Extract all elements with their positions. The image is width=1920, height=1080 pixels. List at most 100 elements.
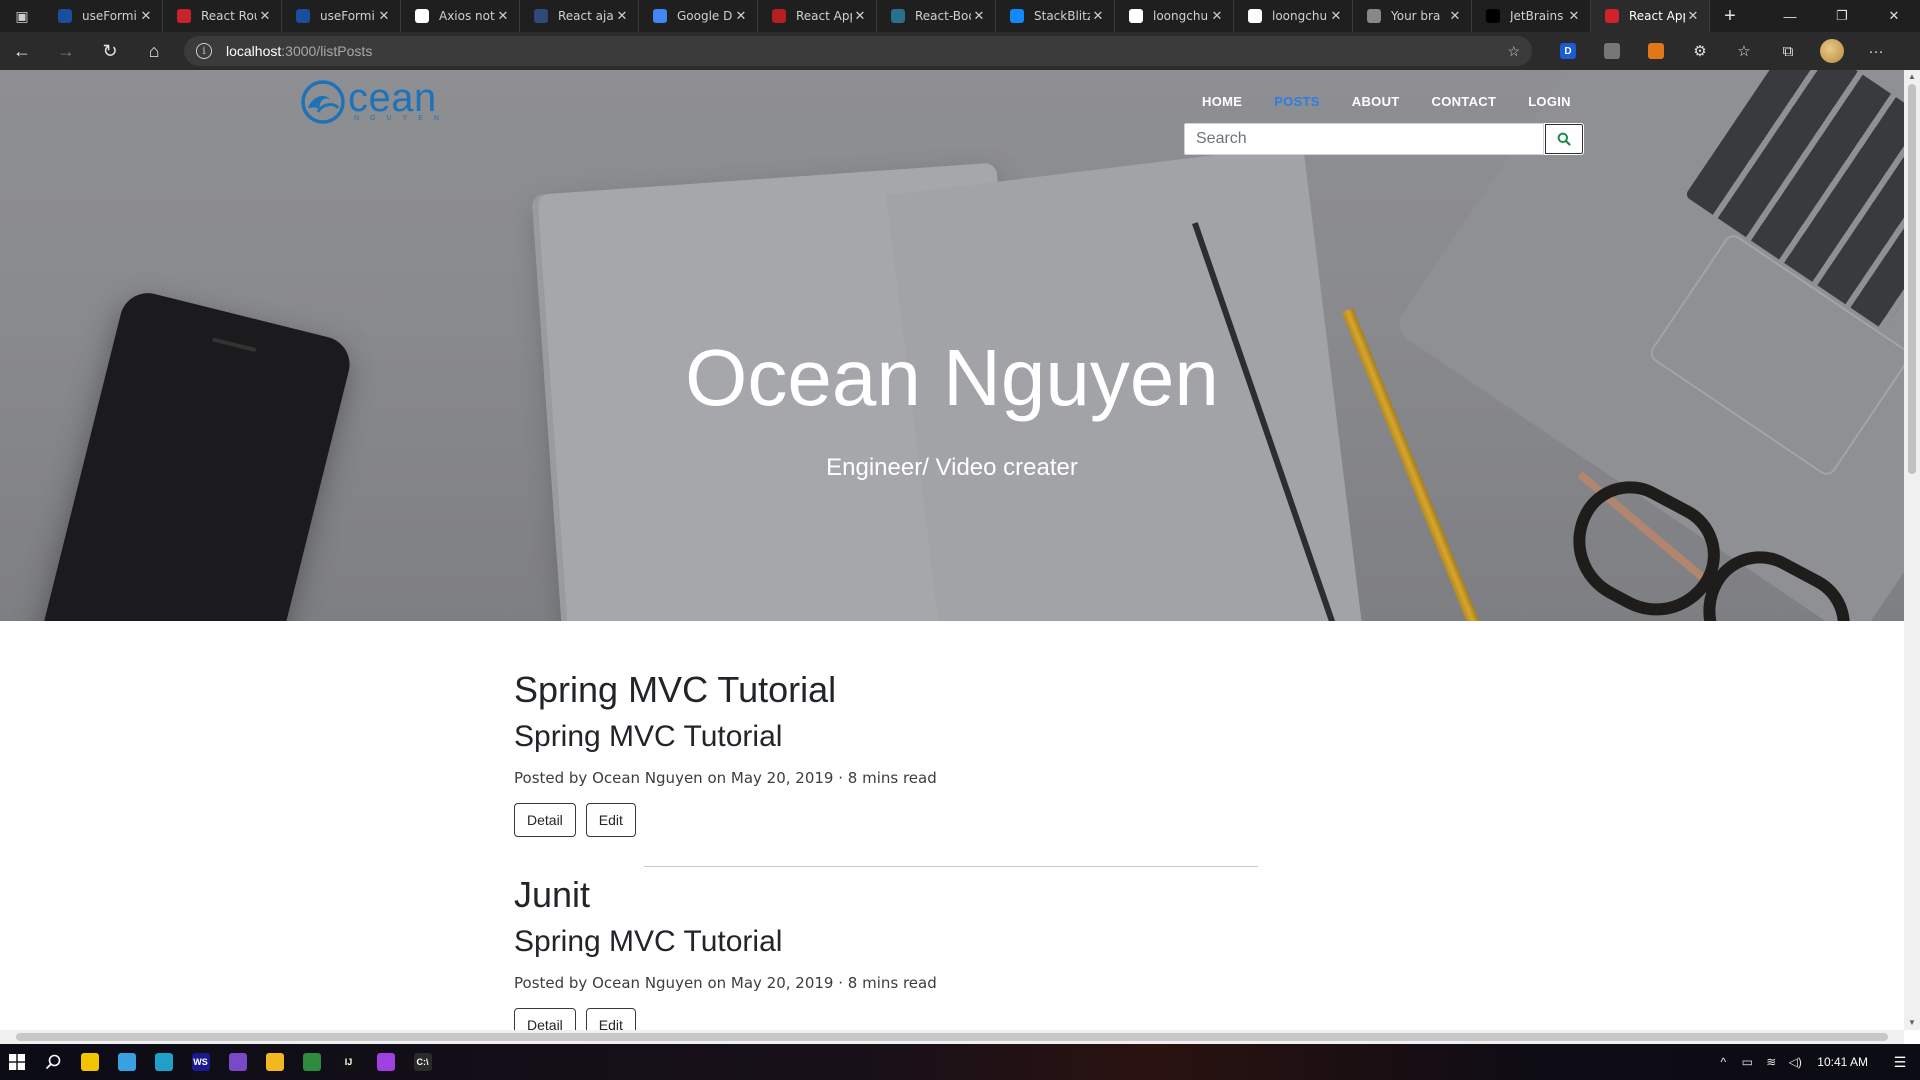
browser-tab[interactable]: useFormi ✕ [44, 0, 163, 32]
dashlane-icon[interactable]: D [1546, 32, 1590, 70]
tab-title: React Rou [201, 9, 257, 23]
tab-favicon-icon [1367, 9, 1381, 23]
detail-button[interactable]: Detail [514, 803, 576, 837]
tab-close-icon[interactable]: ✕ [1447, 9, 1463, 24]
webstorm-icon-glyph: WS [191, 1053, 210, 1071]
scroll-down-icon[interactable]: ▼ [1904, 1016, 1920, 1030]
nav-about[interactable]: ABOUT [1336, 90, 1416, 114]
tab-close-icon[interactable]: ✕ [1328, 9, 1344, 24]
terminal-icon[interactable]: C:\ [404, 1044, 441, 1080]
battery-icon[interactable]: ▭ [1735, 1055, 1759, 1069]
metamask-icon[interactable] [1634, 32, 1678, 70]
collections-icon[interactable]: ⧉ [1766, 32, 1810, 70]
tab-close-icon[interactable]: ✕ [1209, 9, 1225, 24]
reload-button[interactable]: ↻ [88, 32, 132, 70]
minimize-button[interactable]: — [1764, 0, 1816, 32]
idm-icon[interactable] [293, 1044, 330, 1080]
url-host: localhost [226, 43, 282, 59]
tab-close-icon[interactable]: ✕ [495, 9, 511, 24]
search-button[interactable] [1544, 123, 1584, 155]
desktop-icon[interactable] [108, 1044, 145, 1080]
scroll-up-icon[interactable]: ▲ [1904, 70, 1920, 84]
browser-tab[interactable]: React Rou ✕ [163, 0, 282, 32]
tab-favicon-icon [177, 9, 191, 23]
browser-tab[interactable]: loongchu ✕ [1115, 0, 1234, 32]
tab-title: loongchu [1153, 9, 1209, 23]
browser-tab[interactable]: React App ✕ [1591, 0, 1710, 32]
notification-icon[interactable]: ☰ [1880, 1054, 1920, 1071]
file-explorer-icon[interactable] [256, 1044, 293, 1080]
volume-icon[interactable]: ◁) [1783, 1055, 1807, 1069]
nav-contact[interactable]: CONTACT [1416, 90, 1513, 114]
forward-button[interactable]: → [44, 32, 88, 70]
more-menu-button[interactable]: ··· [1854, 32, 1898, 70]
search-icon[interactable] [34, 1044, 71, 1080]
post-title[interactable]: Spring MVC Tutorial [514, 670, 1254, 710]
scrollbar-thumb[interactable] [1908, 84, 1916, 474]
horizontal-scrollbar[interactable] [0, 1030, 1904, 1044]
messenger-icon[interactable] [367, 1044, 404, 1080]
nav-posts[interactable]: POSTS [1258, 90, 1336, 114]
sticky-notes-icon[interactable] [71, 1044, 108, 1080]
close-window-button[interactable]: ✕ [1868, 0, 1920, 32]
tab-close-icon[interactable]: ✕ [1685, 9, 1701, 24]
post-subtitle: Spring MVC Tutorial [514, 720, 783, 753]
tab-close-icon[interactable]: ✕ [138, 9, 154, 24]
vertical-scrollbar[interactable]: ▲ ▼ [1904, 70, 1920, 1030]
logo-subtitle: NGUYEN [354, 115, 450, 122]
github-desktop-icon[interactable] [219, 1044, 256, 1080]
tab-close-icon[interactable]: ✕ [376, 9, 392, 24]
browser-tab[interactable]: StackBlitz ✕ [996, 0, 1115, 32]
system-tray: ^ ▭ ≋ ◁) 10:41 AM ☰ [1711, 1044, 1920, 1080]
browser-tab[interactable]: JetBrains ✕ [1472, 0, 1591, 32]
post-divider [644, 866, 1258, 867]
tab-close-icon[interactable]: ✕ [1090, 9, 1106, 24]
edge-icon[interactable] [145, 1044, 182, 1080]
scrollbar-thumb[interactable] [16, 1033, 1888, 1041]
tab-close-icon[interactable]: ✕ [614, 9, 630, 24]
tab-close-icon[interactable]: ✕ [852, 9, 868, 24]
profile-button[interactable] [1810, 32, 1854, 70]
browser-tab[interactable]: Your bra ✕ [1353, 0, 1472, 32]
browser-tab[interactable]: React App ✕ [758, 0, 877, 32]
home-button[interactable]: ⌂ [132, 32, 176, 70]
address-bar[interactable]: i localhost:3000/listPosts ☆ [184, 36, 1532, 66]
wave-logo-icon [301, 80, 345, 124]
detail-button[interactable]: Detail [514, 1008, 576, 1030]
tab-title: React App [1629, 9, 1685, 23]
wifi-icon[interactable]: ≋ [1759, 1055, 1783, 1069]
nav-home[interactable]: HOME [1186, 90, 1258, 114]
new-tab-button[interactable]: + [1710, 0, 1750, 32]
extension-chip-icon[interactable] [1590, 32, 1634, 70]
tab-close-icon[interactable]: ✕ [971, 9, 987, 24]
site-info-icon[interactable]: i [196, 43, 212, 59]
back-button[interactable]: ← [0, 32, 44, 70]
tab-close-icon[interactable]: ✕ [1566, 9, 1582, 24]
nav-login[interactable]: LOGIN [1512, 90, 1587, 114]
tab-actions-icon[interactable]: ▣ [0, 0, 44, 32]
search-input[interactable] [1184, 123, 1544, 155]
tray-chevron-icon[interactable]: ^ [1711, 1055, 1735, 1069]
favorites-icon[interactable]: ☆ [1722, 32, 1766, 70]
browser-tab[interactable]: Google D ✕ [639, 0, 758, 32]
search-form [1184, 123, 1584, 155]
site-logo[interactable]: cean NGUYEN [300, 78, 450, 124]
start-icon[interactable] [0, 1044, 34, 1080]
browser-tab[interactable]: React-Boo ✕ [877, 0, 996, 32]
tab-close-icon[interactable]: ✕ [733, 9, 749, 24]
edit-button[interactable]: Edit [585, 1008, 636, 1030]
post-title[interactable]: Junit [514, 875, 1254, 915]
tab-favicon-icon [58, 9, 72, 23]
add-favorite-icon[interactable]: ☆ [1507, 43, 1520, 60]
browser-tab[interactable]: React aja ✕ [520, 0, 639, 32]
edit-button[interactable]: Edit [585, 803, 636, 837]
intellij-icon[interactable]: IJ [330, 1044, 367, 1080]
clock[interactable]: 10:41 AM [1807, 1055, 1880, 1069]
puzzle-icon[interactable]: ⚙ [1678, 32, 1722, 70]
restore-button[interactable]: ❐ [1816, 0, 1868, 32]
browser-tab[interactable]: loongchu ✕ [1234, 0, 1353, 32]
webstorm-icon[interactable]: WS [182, 1044, 219, 1080]
browser-tab[interactable]: useFormi ✕ [282, 0, 401, 32]
tab-close-icon[interactable]: ✕ [257, 9, 273, 24]
browser-tab[interactable]: Axios not ✕ [401, 0, 520, 32]
